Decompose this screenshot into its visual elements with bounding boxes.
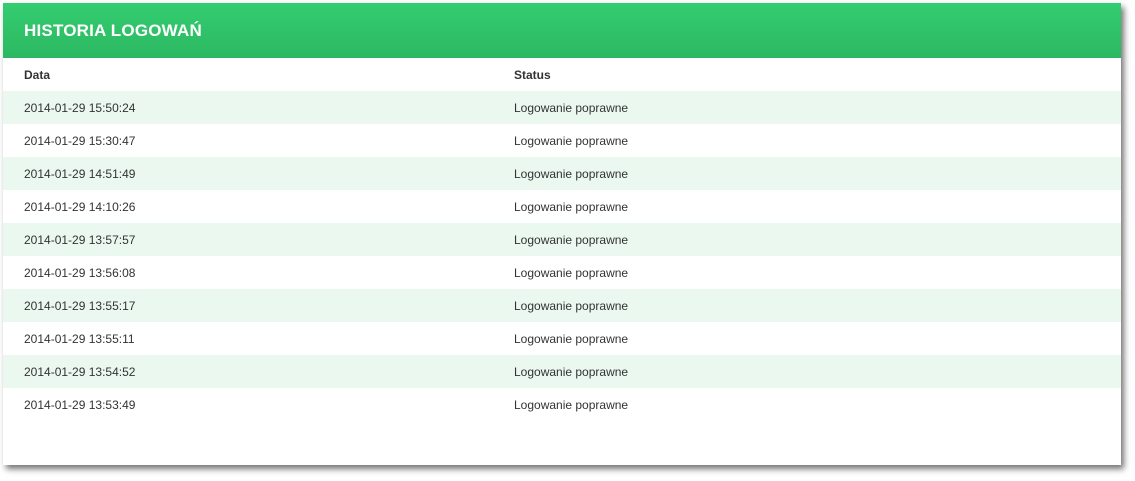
login-history-table: Data Status 2014-01-29 15:50:24 Logowani… xyxy=(3,58,1121,421)
cell-date: 2014-01-29 14:51:49 xyxy=(24,166,136,181)
cell-status: Logowanie poprawne xyxy=(514,364,629,379)
cell-status: Logowanie poprawne xyxy=(514,199,629,214)
table-row: 2014-01-29 14:10:26 Logowanie poprawne xyxy=(3,190,1121,223)
cell-date: 2014-01-29 13:53:49 xyxy=(24,397,136,412)
table-row: 2014-01-29 13:55:17 Logowanie poprawne xyxy=(3,289,1121,322)
table-row: 2014-01-29 13:57:57 Logowanie poprawne xyxy=(3,223,1121,256)
cell-date: 2014-01-29 13:55:11 xyxy=(24,331,135,346)
cell-date: 2014-01-29 13:56:08 xyxy=(24,265,136,280)
login-history-panel: HISTORIA LOGOWAŃ Data Status 2014-01-29 … xyxy=(3,3,1121,465)
cell-status: Logowanie poprawne xyxy=(514,397,629,412)
table-row: 2014-01-29 13:54:52 Logowanie poprawne xyxy=(3,355,1121,388)
cell-date: 2014-01-29 13:55:17 xyxy=(24,298,136,313)
cell-status: Logowanie poprawne xyxy=(514,298,629,313)
cell-status: Logowanie poprawne xyxy=(514,232,629,247)
table-header-row: Data Status xyxy=(3,58,1121,91)
table-row: 2014-01-29 13:56:08 Logowanie poprawne xyxy=(3,256,1121,289)
panel-title: HISTORIA LOGOWAŃ xyxy=(24,20,202,40)
column-header-date[interactable]: Data xyxy=(3,68,514,82)
cell-status: Logowanie poprawne xyxy=(514,133,629,148)
panel-header: HISTORIA LOGOWAŃ xyxy=(3,3,1121,58)
table-row: 2014-01-29 13:55:11 Logowanie poprawne xyxy=(3,322,1121,355)
table-row: 2014-01-29 15:50:24 Logowanie poprawne xyxy=(3,91,1121,124)
cell-status: Logowanie poprawne xyxy=(514,100,629,115)
cell-date: 2014-01-29 15:30:47 xyxy=(24,133,136,148)
table-row: 2014-01-29 13:53:49 Logowanie poprawne xyxy=(3,388,1121,421)
column-header-status[interactable]: Status xyxy=(514,68,1121,82)
cell-status: Logowanie poprawne xyxy=(514,331,629,346)
cell-date: 2014-01-29 14:10:26 xyxy=(24,199,136,214)
cell-date: 2014-01-29 15:50:24 xyxy=(24,100,136,115)
cell-status: Logowanie poprawne xyxy=(514,265,629,280)
table-row: 2014-01-29 14:51:49 Logowanie poprawne xyxy=(3,157,1121,190)
cell-date: 2014-01-29 13:57:57 xyxy=(24,232,136,247)
table-row: 2014-01-29 15:30:47 Logowanie poprawne xyxy=(3,124,1121,157)
cell-date: 2014-01-29 13:54:52 xyxy=(24,364,136,379)
cell-status: Logowanie poprawne xyxy=(514,166,629,181)
